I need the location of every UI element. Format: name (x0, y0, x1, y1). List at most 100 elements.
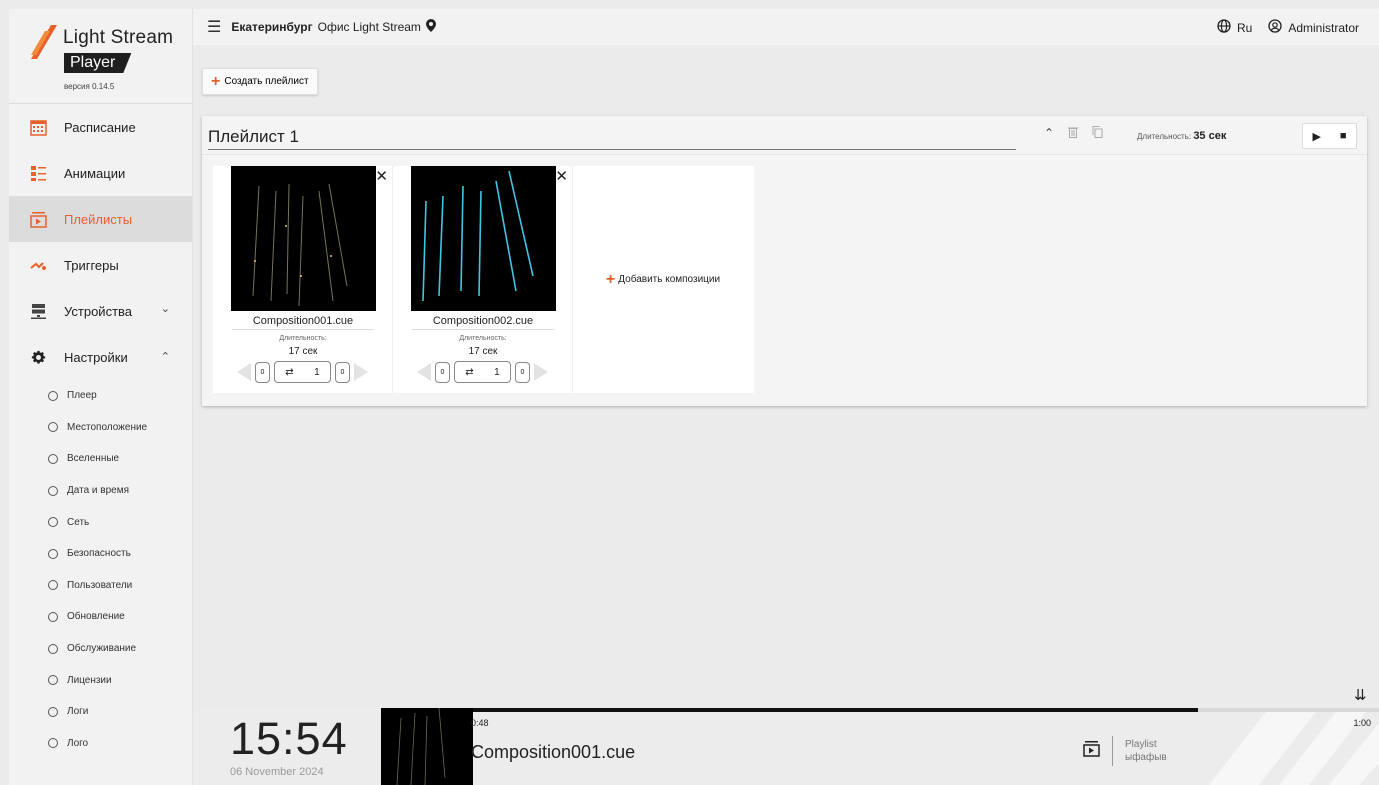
sidebar-item-label: Анимации (64, 165, 126, 181)
composition-duration-label: Длительность: (279, 335, 327, 342)
sidebar-item-animations[interactable]: Анимации (9, 150, 192, 196)
settings-item-logs[interactable]: Логи (9, 696, 192, 728)
sidebar-item-label: Плейлисты (64, 211, 133, 227)
stop-icon[interactable]: ■ (1340, 130, 1347, 142)
current-date: 06 November 2024 (230, 766, 324, 778)
circle-icon (48, 390, 58, 401)
loop-count-input[interactable]: ⇄ 1 (274, 361, 331, 383)
settings-item-licenses[interactable]: Лицензии (9, 664, 192, 696)
create-playlist-button[interactable]: + Создать плейлист (202, 68, 318, 95)
language-selector[interactable]: Ru (1237, 21, 1252, 35)
close-icon[interactable]: ✕ (375, 167, 388, 185)
settings-item-label: Безопасность (67, 548, 131, 560)
fade-out-input[interactable]: 0 (515, 361, 530, 383)
playlist-icon (29, 210, 47, 228)
playlist-info-text: Playlist ыфафыв (1125, 738, 1167, 764)
circle-icon (48, 706, 58, 717)
sidebar-item-schedule[interactable]: Расписание (9, 104, 192, 150)
double-chevron-down-icon[interactable]: ⇊ (1354, 686, 1367, 704)
playlist-info-name: ыфафыв (1125, 752, 1167, 763)
fade-out-input[interactable]: 0 (335, 361, 350, 383)
plus-icon: + (211, 72, 221, 90)
sidebar-item-triggers[interactable]: Триггеры (9, 242, 192, 288)
settings-item-location[interactable]: Местоположение (9, 412, 192, 444)
settings-item-label: Вселенные (67, 453, 120, 465)
sidebar-item-settings[interactable]: Настройки ⌃ (9, 334, 192, 380)
loop-count-value: 1 (494, 366, 500, 378)
settings-item-player[interactable]: Плеер (9, 380, 192, 412)
calendar-icon (29, 118, 47, 136)
total-time: 1:00 (1353, 718, 1371, 728)
settings-item-label: Логи (67, 706, 89, 718)
playlist-duration-label: Длительность: (1137, 132, 1192, 141)
settings-submenu: Плеер Местоположение Вселенные Дата и вр… (9, 380, 192, 759)
settings-item-maintenance[interactable]: Обслуживание (9, 633, 192, 665)
loop-count-input[interactable]: ⇄ 1 (454, 361, 511, 383)
sidebar-item-label: Триггеры (64, 257, 119, 273)
circle-icon (48, 580, 58, 591)
composition-card[interactable]: ✕ Composition002.cue Длительность: 17 се… (393, 166, 573, 393)
composition-duration: 17 сек (288, 346, 318, 357)
sidebar: Light Stream Player версия 0.14.5 Распис… (9, 9, 193, 785)
copy-icon[interactable] (1092, 126, 1103, 141)
settings-item-label: Сеть (67, 516, 90, 528)
settings-item-users[interactable]: Пользователи (9, 570, 192, 602)
settings-item-logo[interactable]: Лого (9, 728, 192, 760)
logo-player-badge: Player (64, 53, 132, 73)
app-version: версия 0.14.5 (64, 82, 115, 91)
progress-bar[interactable] (473, 708, 1379, 712)
chevron-up-icon: ⌃ (160, 351, 170, 363)
repeat-icon: ⇄ (465, 366, 474, 378)
settings-item-universes[interactable]: Вселенные (9, 443, 192, 475)
user-name[interactable]: Administrator (1288, 21, 1359, 35)
location-office: Офис Light Stream (317, 20, 421, 34)
settings-item-label: Дата и время (67, 485, 130, 497)
settings-item-datetime[interactable]: Дата и время (9, 475, 192, 507)
sidebar-item-devices[interactable]: Устройства ⌄ (9, 288, 192, 334)
logo-icon (31, 25, 57, 59)
animation-list-icon (29, 164, 47, 182)
add-compositions-button[interactable]: + Добавить композиции (573, 166, 753, 393)
now-playing-playlist[interactable]: Playlist ыфафыв (1083, 736, 1167, 766)
composition-duration-label: Длительность: (459, 335, 507, 342)
settings-item-label: Лицензии (67, 674, 112, 686)
close-icon[interactable]: ✕ (555, 167, 568, 185)
circle-icon (48, 422, 58, 433)
playlist-tools: ⌃ (1044, 126, 1103, 141)
location-pin-icon[interactable] (425, 19, 436, 35)
fade-in-input[interactable]: 0 (435, 361, 450, 383)
chevron-down-icon: ⌄ (160, 303, 170, 315)
devices-icon (29, 302, 47, 320)
playlist-card: Плейлист 1 ⌃ Длительность: 35 сек ▶ ■ ✕ … (202, 116, 1367, 406)
fade-in-input[interactable]: 0 (255, 361, 270, 383)
playlist-duration: Длительность: 35 сек (1137, 130, 1226, 142)
location-city: Екатеринбург (231, 20, 313, 34)
chevron-up-icon[interactable]: ⌃ (1044, 126, 1054, 141)
sidebar-item-playlists[interactable]: Плейлисты (9, 196, 192, 242)
trash-icon[interactable] (1068, 126, 1079, 141)
circle-icon (48, 453, 58, 464)
current-time: 15:54 (230, 713, 348, 764)
top-bar: ☰ Екатеринбург Офис Light Stream Ru Admi… (193, 9, 1379, 45)
sidebar-item-label: Настройки (64, 349, 128, 365)
compositions-list: ✕ Composition001.cue Длительность: 17 се… (213, 166, 754, 393)
composition-card[interactable]: ✕ Composition001.cue Длительность: 17 се… (213, 166, 393, 393)
now-playing-composition: Composition001.cue (471, 742, 636, 762)
sidebar-item-label: Расписание (64, 119, 136, 135)
playback-controls: ▶ ■ (1302, 123, 1357, 149)
trigger-icon (29, 256, 47, 274)
playlist-name-field[interactable]: Плейлист 1 (208, 127, 1016, 150)
top-bar-right: Ru Administrator (1217, 19, 1359, 36)
globe-icon[interactable] (1217, 19, 1231, 36)
sidebar-item-label: Устройства (64, 303, 133, 319)
user-icon[interactable] (1268, 19, 1282, 36)
settings-item-update[interactable]: Обновление (9, 601, 192, 633)
composition-thumbnail (411, 166, 556, 311)
settings-item-security[interactable]: Безопасность (9, 538, 192, 570)
composition-controls: 0 ⇄ 1 0 (237, 361, 368, 383)
settings-item-label: Обновление (67, 611, 125, 623)
settings-item-label: Пользователи (67, 579, 133, 591)
settings-item-network[interactable]: Сеть (9, 506, 192, 538)
play-icon[interactable]: ▶ (1312, 130, 1320, 143)
menu-icon[interactable]: ☰ (207, 17, 221, 37)
